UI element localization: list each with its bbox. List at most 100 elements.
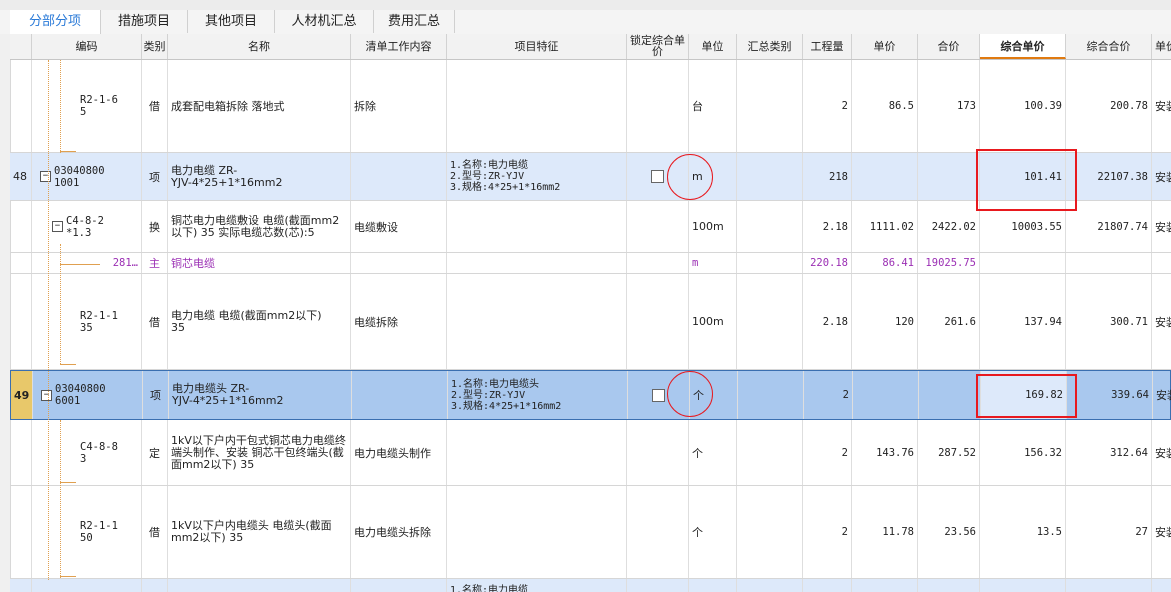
row-comp-total: 300.71 xyxy=(1066,274,1152,369)
tab-labor-material-summary[interactable]: 人材机汇总 xyxy=(275,10,374,33)
tree-connector xyxy=(60,151,76,152)
tab-cost-summary[interactable]: 费用汇总 xyxy=(374,10,455,33)
row-comp-total: 339.64 xyxy=(1067,371,1153,419)
header-work-content[interactable]: 清单工作内容 xyxy=(351,34,447,59)
row-composition: 安装 xyxy=(1152,486,1171,578)
header-type[interactable]: 类别 xyxy=(142,34,168,59)
row-code-text: 03040800 1001 xyxy=(54,164,105,189)
row-comp-price xyxy=(980,579,1066,592)
row-price: 11.78 xyxy=(852,486,918,578)
row-index xyxy=(10,274,32,369)
grid-header: 编码 类别 名称 清单工作内容 项目特征 锁定综合单价 单位 汇总类别 工程量 … xyxy=(10,34,1171,60)
row-unit xyxy=(689,579,737,592)
header-total[interactable]: 合价 xyxy=(918,34,980,59)
row-name-text: 1kV以下户内电缆头 电缆头(截面mm2以下) 35 xyxy=(171,519,332,544)
tree-connector xyxy=(60,60,61,153)
row-feature xyxy=(447,60,627,152)
row-total xyxy=(918,579,980,592)
row-comp-total: 312.64 xyxy=(1066,420,1152,485)
row-name-text: 电力电缆 电缆(截面mm2以下) 35 xyxy=(171,308,322,334)
tab-measures[interactable]: 措施项目 xyxy=(101,10,188,33)
header-unit-price-composition[interactable]: 单价构 xyxy=(1152,34,1171,59)
row-summary-type xyxy=(737,201,803,252)
row-comp-price: 137.94 xyxy=(980,274,1066,369)
row-feature-text: 1.名称:电力电缆头 2.型号:ZR-YJV 3.规格:4*25+1*16mm2 xyxy=(451,378,562,412)
row-type: 借 xyxy=(142,486,168,578)
row-index xyxy=(10,201,32,252)
row-price xyxy=(853,371,919,419)
header-lock-unit-price[interactable]: 锁定综合单价 xyxy=(627,34,689,59)
row-name-text: 1kV以下户内干包式铜芯电力电缆终端头制作、安装 铜芯干包终端头(截面mm2以下… xyxy=(171,433,346,471)
row-work xyxy=(351,153,447,200)
annotation-box-comp-price xyxy=(976,149,1077,211)
row-summary-type xyxy=(737,486,803,578)
header-summary-type[interactable]: 汇总类别 xyxy=(737,34,803,59)
row-work: 拆除 xyxy=(351,60,447,152)
row-comp-total: 22107.38 xyxy=(1066,153,1152,200)
collapse-icon[interactable]: − xyxy=(41,389,52,401)
row-type: 换 xyxy=(142,201,168,252)
row-lock xyxy=(627,201,689,252)
row-lock xyxy=(627,486,689,578)
row-composition: 安装 xyxy=(1152,153,1171,200)
header-comprehensive-total[interactable]: 综合合价 xyxy=(1066,34,1152,59)
tab-division-items[interactable]: 分部分项 xyxy=(10,10,101,34)
table-row[interactable]: 03040800 1.名称:电力电缆 xyxy=(10,579,1171,592)
header-item-features[interactable]: 项目特征 xyxy=(447,34,627,59)
collapse-icon[interactable]: − xyxy=(40,171,51,182)
row-comp-price: 156.32 xyxy=(980,420,1066,485)
row-feature-text: 1.名称:电力电缆 2.型号:ZR-YJV 3.规格:4*25+1*16mm2 xyxy=(450,160,561,193)
row-price: 143.76 xyxy=(852,420,918,485)
row-composition xyxy=(1152,579,1171,592)
row-code: 03040800 xyxy=(32,579,142,592)
header-quantity[interactable]: 工程量 xyxy=(803,34,852,59)
annotation-circle-unit xyxy=(667,371,713,417)
row-comp-price: 100.39 xyxy=(980,60,1066,152)
header-name[interactable]: 名称 xyxy=(168,34,351,59)
row-unit: 100m xyxy=(689,201,737,252)
row-index xyxy=(10,253,32,273)
tree-connector xyxy=(60,244,61,364)
row-summary-type xyxy=(737,274,803,369)
table-row[interactable]: 281… 主 铜芯电缆 m 220.18 86.41 19025.75 xyxy=(10,253,1171,274)
row-total xyxy=(919,371,981,419)
row-summary-type xyxy=(737,153,803,200)
row-type xyxy=(142,579,168,592)
table-row[interactable]: C4-8-8 3 定 1kV以下户内干包式铜芯电力电缆终端头制作、安装 铜芯干包… xyxy=(10,420,1171,486)
row-comp-total: 27 xyxy=(1066,486,1152,578)
lock-price-checkbox[interactable] xyxy=(652,388,665,402)
row-lock xyxy=(627,274,689,369)
row-index xyxy=(10,420,32,485)
row-work xyxy=(351,253,447,273)
header-comprehensive-unit-price[interactable]: 综合单价 xyxy=(980,34,1066,59)
lock-price-checkbox[interactable] xyxy=(651,170,664,183)
row-total: 23.56 xyxy=(918,486,980,578)
table-row[interactable]: R2-1-6 5 借 成套配电箱拆除 落地式 拆除 台 2 86.5 173 1… xyxy=(10,60,1171,153)
table-row[interactable]: R2-1-1 50 借 1kV以下户内电缆头 电缆头(截面mm2以下) 35 电… xyxy=(10,486,1171,579)
row-feature xyxy=(447,201,627,252)
row-total: 261.6 xyxy=(918,274,980,369)
tab-other-items[interactable]: 其他项目 xyxy=(188,10,275,33)
header-code[interactable]: 编码 xyxy=(32,34,142,59)
row-index xyxy=(10,486,32,578)
tree-connector xyxy=(60,576,76,577)
row-quantity: 2 xyxy=(803,486,852,578)
header-unit-price[interactable]: 单价 xyxy=(852,34,918,59)
row-quantity: 220.18 xyxy=(803,253,852,273)
row-code-text: C4-8-2 *1.3 xyxy=(66,214,104,239)
tree-connector xyxy=(60,264,100,265)
row-index: 48 xyxy=(10,153,32,200)
row-index: 49 xyxy=(11,371,33,419)
row-price xyxy=(852,579,918,592)
row-code: −03040800 6001 xyxy=(33,371,143,419)
row-quantity: 2 xyxy=(803,60,852,152)
row-unit: 100m xyxy=(689,274,737,369)
collapse-icon[interactable]: − xyxy=(52,221,63,232)
table-row[interactable]: R2-1-1 35 借 电力电缆 电缆(截面mm2以下) 35 电缆拆除 100… xyxy=(10,274,1171,370)
row-name-text: 电力电缆头 ZR- YJV-4*25+1*16mm2 xyxy=(172,382,284,407)
row-summary-type xyxy=(737,253,803,273)
row-comp-total xyxy=(1066,253,1152,273)
header-unit[interactable]: 单位 xyxy=(689,34,737,59)
row-summary-type xyxy=(737,420,803,485)
row-name: 1kV以下户内干包式铜芯电力电缆终端头制作、安装 铜芯干包终端头(截面mm2以下… xyxy=(168,420,351,485)
